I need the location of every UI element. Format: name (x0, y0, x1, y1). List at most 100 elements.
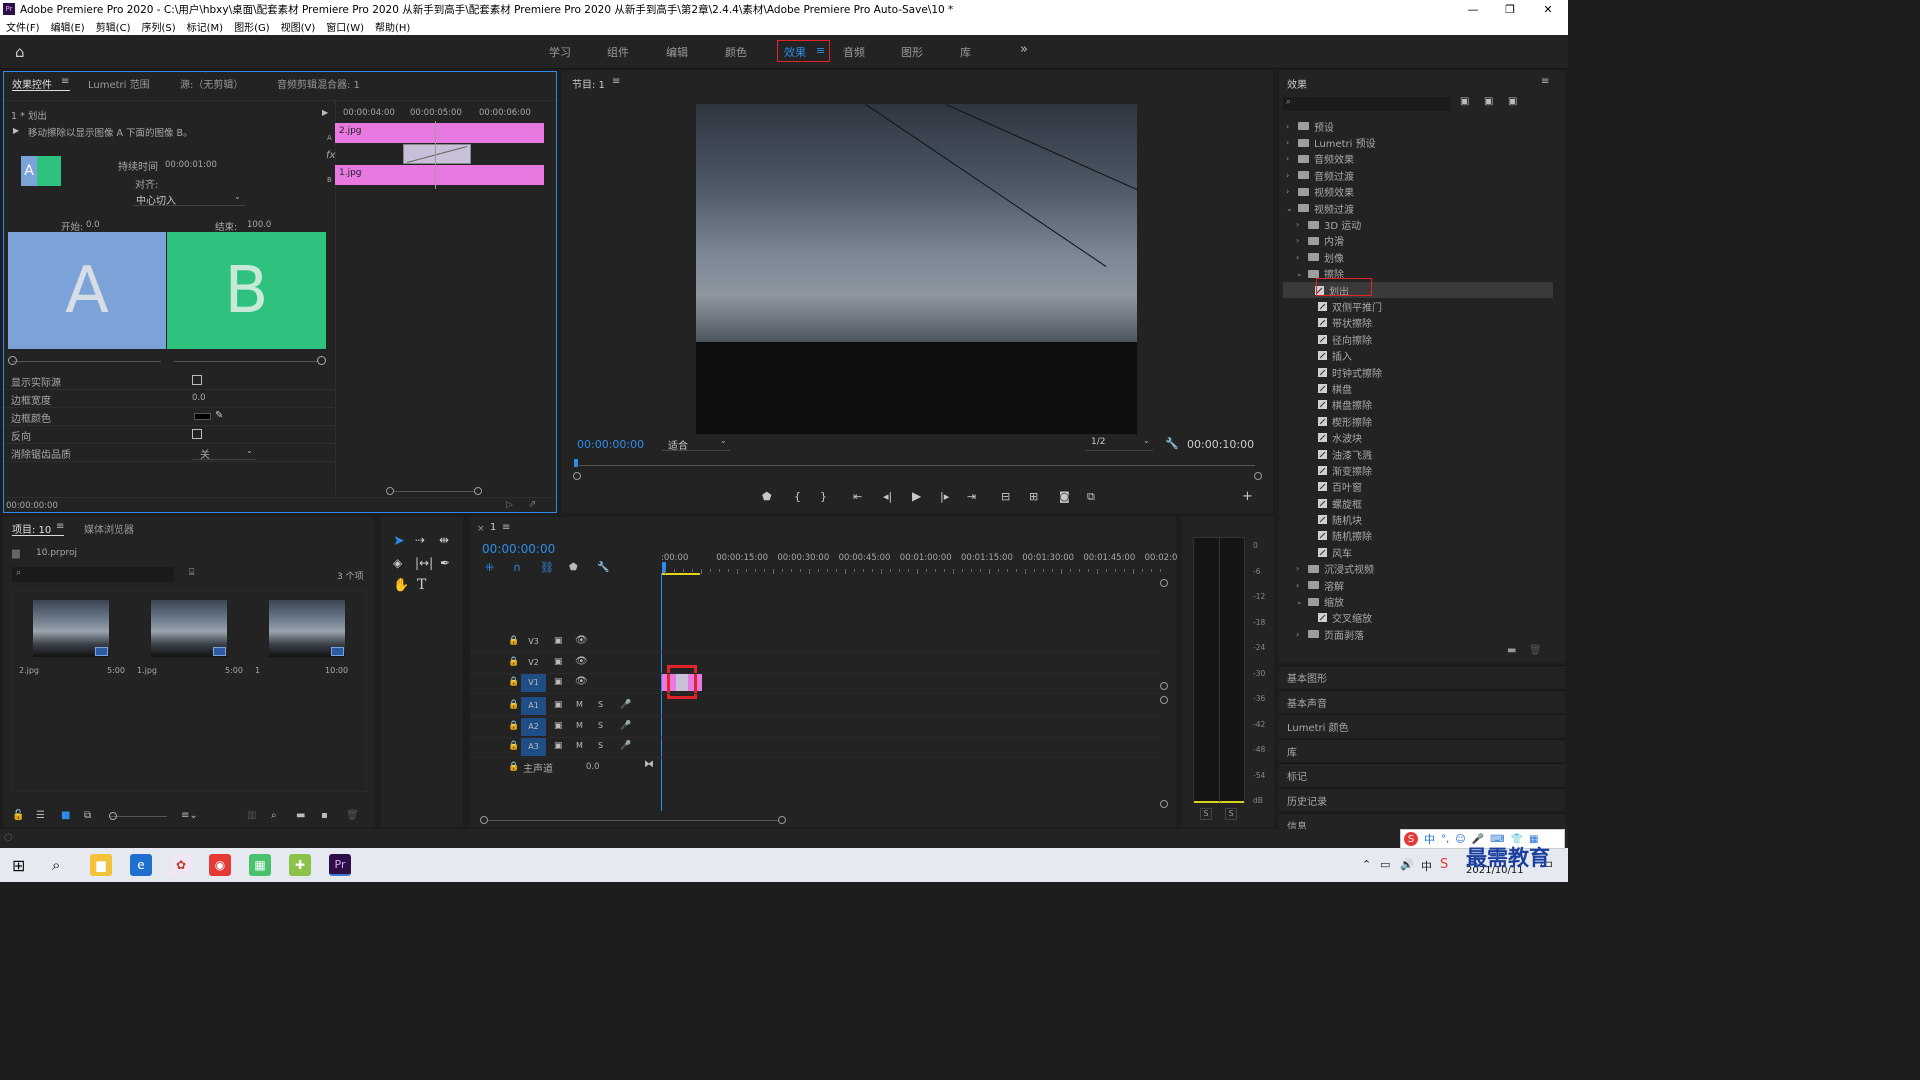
find-icon[interactable]: ⌕ (271, 810, 277, 821)
duration-value[interactable]: 00:00:01:00 (165, 160, 217, 170)
border-color-swatch[interactable] (194, 413, 211, 420)
menu-item[interactable]: 视图(V) (281, 19, 316, 34)
sync-lock-icon[interactable]: ▣ (554, 657, 563, 667)
taskbar-search-icon[interactable]: ⌕ (52, 856, 60, 874)
start-slider-handle[interactable] (8, 356, 17, 365)
menu-item[interactable]: 图形(G) (234, 19, 270, 34)
go-to-in-icon[interactable]: ⇤ (853, 490, 862, 503)
effect-controls-timecode[interactable]: 00:00:00:00 (6, 501, 58, 511)
panel-section[interactable]: 历史记录 (1279, 788, 1565, 811)
minimize-button[interactable]: — (1456, 0, 1490, 18)
effect-item[interactable]: 随机擦除 (1286, 528, 1556, 544)
razor-tool-icon[interactable]: ◈ (393, 556, 402, 570)
step-back-icon[interactable]: ◂| (883, 490, 892, 503)
zoom-handle-left[interactable] (573, 472, 581, 480)
ripple-edit-tool-icon[interactable]: ⇹ (439, 533, 449, 547)
workspace-tab-effects[interactable]: 效果 (784, 44, 806, 60)
disclosure-icon[interactable]: › (1286, 122, 1294, 131)
effect-folder[interactable]: › 沉浸式视频 (1286, 561, 1556, 577)
tab-lumetri-scopes[interactable]: Lumetri 范围 (88, 76, 150, 91)
effect-item[interactable]: 带状擦除 (1286, 315, 1556, 331)
lock-icon[interactable]: 🔓 (12, 810, 24, 821)
effects-search-input[interactable]: ⌕ (1283, 97, 1451, 111)
solo-button[interactable]: S (598, 700, 603, 709)
export-frame-icon[interactable]: ▷ (506, 500, 513, 510)
workspace-tab-libraries[interactable]: 库 (960, 44, 971, 60)
home-icon[interactable]: ⌂ (15, 43, 25, 61)
track-lock-icon[interactable]: 🔒 (508, 657, 519, 667)
sync-lock-icon[interactable]: ▣ (554, 721, 563, 731)
sort-icon[interactable]: ≡⌄ (181, 810, 198, 821)
panel-menu-icon[interactable]: ≡ (612, 76, 620, 87)
eye-icon[interactable]: 👁 (575, 676, 588, 687)
find-icon[interactable]: ⌸ (189, 568, 194, 578)
antialias-select[interactable]: 关 ⌄ (192, 446, 256, 461)
go-to-edit-icon[interactable]: ⧓ (644, 759, 654, 770)
eye-icon[interactable]: 👁 (575, 656, 588, 667)
workspace-tab-editing[interactable]: 编辑 (666, 44, 688, 60)
disclosure-icon[interactable]: › (1296, 564, 1304, 573)
accelerated-effects-icon[interactable]: ▣ (1460, 96, 1469, 107)
hscroll-handle-left[interactable] (480, 816, 488, 824)
track-target-button[interactable]: A1 (521, 697, 546, 715)
end-slider-handle[interactable] (317, 356, 326, 365)
freeform-view-icon[interactable]: ⧉ (84, 810, 91, 821)
tab-effect-controls[interactable]: 效果控件 (12, 76, 52, 91)
hand-tool-icon[interactable]: ✋ (393, 578, 409, 593)
end-value[interactable]: 100.0 (247, 220, 271, 230)
effects-title[interactable]: 效果 (1287, 76, 1307, 91)
playhead[interactable] (435, 121, 436, 189)
solo-right-button[interactable]: S (1225, 808, 1237, 820)
add-marker-icon[interactable]: ⬟ (762, 490, 772, 503)
extract-icon[interactable]: ⊞ (1029, 490, 1038, 503)
new-item-icon[interactable]: ▪ (321, 810, 328, 821)
yuv-effects-icon[interactable]: ▣ (1508, 96, 1517, 107)
linked-selection-icon[interactable]: ⛓ (540, 561, 554, 574)
sync-lock-icon[interactable]: ▣ (554, 677, 563, 687)
track-target-button[interactable]: A3 (521, 738, 546, 756)
effect-folder[interactable]: › Lumetri 预设 (1286, 134, 1556, 150)
menu-item[interactable]: 剪辑(C) (96, 19, 131, 34)
track-target-button[interactable]: V1 (521, 674, 546, 692)
panel-section[interactable]: 基本声音 (1279, 689, 1565, 713)
file-explorer-icon[interactable]: ▆ (90, 854, 112, 876)
menu-item[interactable]: 文件(F) (6, 19, 40, 34)
voiceover-icon[interactable]: 🎤 (620, 700, 631, 710)
workspace-tab-learn[interactable]: 学习 (549, 44, 571, 60)
effect-item[interactable]: 楔形擦除 (1286, 413, 1556, 429)
app-icon[interactable]: ✚ (289, 854, 311, 876)
snap-icon[interactable]: ∩ (513, 561, 521, 574)
disclosure-icon[interactable]: › (1296, 581, 1304, 590)
effect-item[interactable]: 渐变擦除 (1286, 462, 1556, 478)
menu-item[interactable]: 编辑(E) (51, 19, 85, 34)
resolution-select[interactable]: 1/2 ⌄ (1085, 436, 1153, 451)
volume-icon[interactable]: 🔊 (1400, 858, 1414, 871)
disclosure-icon[interactable]: › (1286, 187, 1294, 196)
workspace-tab-audio[interactable]: 音频 (843, 44, 865, 60)
eyedropper-icon[interactable]: ✎ (215, 410, 223, 421)
track-lock-icon[interactable]: 🔒 (508, 721, 519, 731)
add-button-icon[interactable]: + (1242, 489, 1253, 504)
effect-folder[interactable]: › 页面剥落 (1286, 626, 1556, 642)
share-icon[interactable]: ⇗ (528, 499, 536, 510)
disclosure-icon[interactable]: ⌄ (1296, 269, 1304, 278)
lift-icon[interactable]: ⊟ (1001, 490, 1010, 503)
voiceover-icon[interactable]: 🎤 (620, 741, 631, 751)
effect-item[interactable]: 风车 (1286, 544, 1556, 560)
start-slider[interactable] (12, 361, 161, 362)
tab-project[interactable]: 项目: 10 (12, 521, 51, 536)
punctuation-icon[interactable]: °, (1441, 834, 1449, 845)
panel-menu-icon[interactable]: ≡ (502, 522, 510, 533)
selection-tool-icon[interactable]: ➤ (393, 533, 405, 549)
type-tool-icon[interactable]: T (417, 577, 426, 593)
list-view-icon[interactable]: ☰ (36, 810, 45, 821)
maximize-button[interactable]: ❐ (1493, 0, 1527, 18)
eye-icon[interactable]: 👁 (575, 635, 588, 646)
scroll-handle-left[interactable] (386, 487, 394, 495)
menu-item[interactable]: 序列(S) (141, 19, 175, 34)
effect-folder[interactable]: › 音频效果 (1286, 151, 1556, 167)
close-button[interactable]: ✕ (1531, 0, 1565, 18)
track-target-button[interactable]: V3 (521, 633, 546, 651)
chrome-icon[interactable]: ◉ (209, 854, 231, 876)
tray-chevron-icon[interactable]: ⌃ (1362, 858, 1371, 871)
